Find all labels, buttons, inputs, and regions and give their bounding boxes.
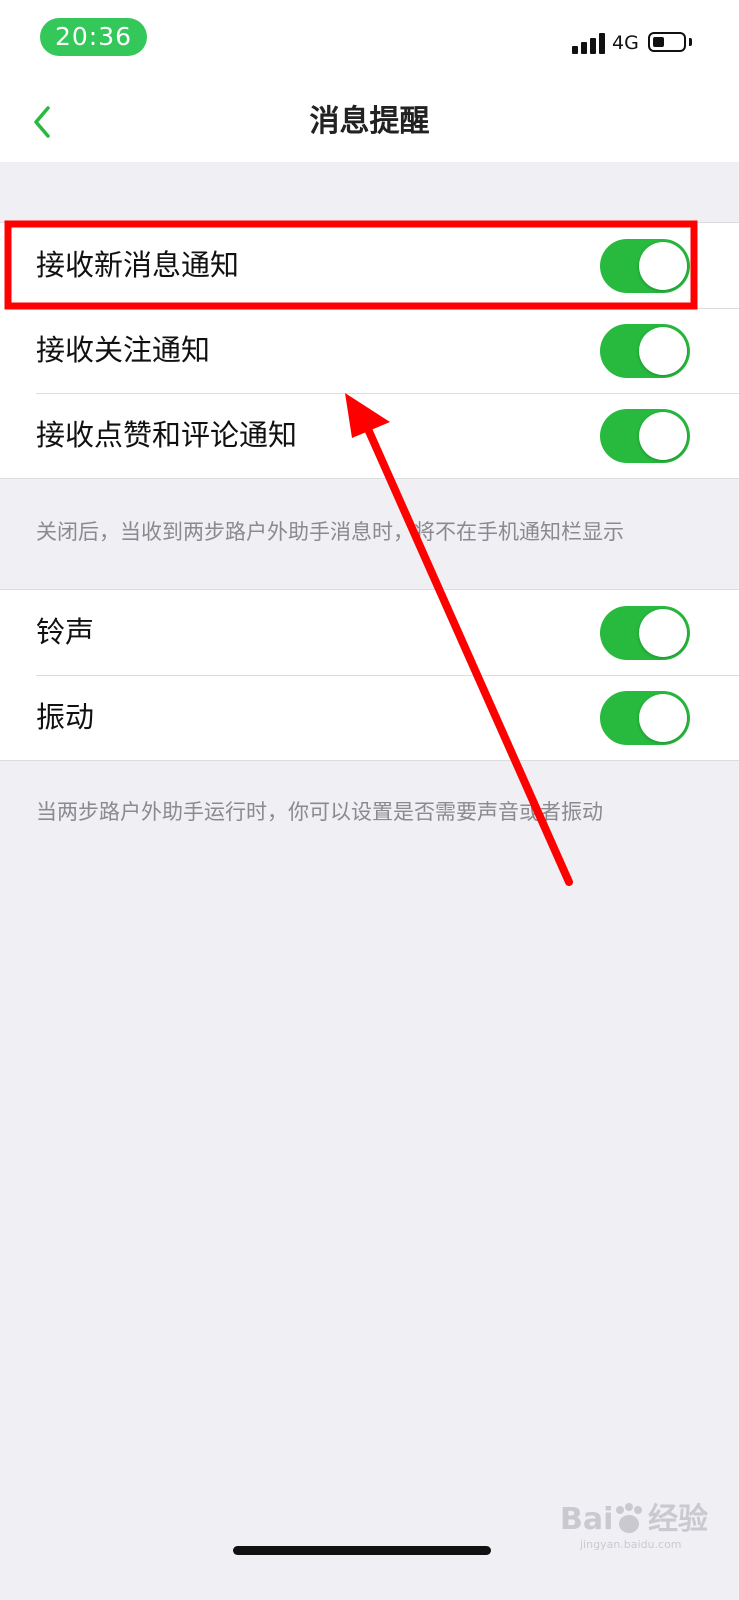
like-comment-toggle[interactable]: [600, 409, 690, 463]
setting-row-new-message: 接收新消息通知: [0, 223, 739, 308]
ringtone-toggle[interactable]: [600, 606, 690, 660]
battery-icon: [648, 32, 686, 52]
setting-row-follow: 接收关注通知: [0, 308, 739, 393]
battery-level: [653, 37, 664, 47]
sound-footnote: 当两步路户外助手运行时，你可以设置是否需要声音或者振动: [36, 800, 603, 824]
page-title: 消息提醒: [309, 104, 430, 139]
nav-bar: 消息提醒: [0, 82, 739, 162]
status-bar: 20:36 4G: [0, 0, 739, 82]
watermark-site: jingyan.baidu.com: [580, 1538, 682, 1551]
toggle-knob: [639, 694, 687, 742]
setting-row-like-comment: 接收点赞和评论通知: [0, 393, 739, 478]
follow-notification-toggle[interactable]: [600, 324, 690, 378]
toggle-knob: [639, 327, 687, 375]
setting-row-ringtone: 铃声: [0, 590, 739, 675]
notification-footnote: 关闭后，当收到两步路户外助手消息时，将不在手机通知栏显示: [36, 520, 624, 544]
home-indicator[interactable]: [233, 1546, 491, 1555]
network-type: 4G: [612, 32, 639, 54]
watermark: Bai 经验 jingyan.baidu.com: [560, 1500, 710, 1552]
setting-label: 铃声: [36, 615, 95, 649]
battery-tip: [689, 38, 692, 46]
status-time: 20:36: [40, 18, 147, 56]
paw-icon: [616, 1503, 642, 1533]
watermark-brand-suffix: 经验: [648, 1502, 708, 1537]
setting-label: 振动: [36, 700, 95, 734]
setting-label: 接收关注通知: [36, 333, 211, 367]
notification-settings-group: 接收新消息通知 接收关注通知 接收点赞和评论通知: [0, 222, 739, 479]
toggle-knob: [639, 412, 687, 460]
new-message-toggle[interactable]: [600, 239, 690, 293]
vibration-toggle[interactable]: [600, 691, 690, 745]
setting-label: 接收点赞和评论通知: [36, 418, 298, 452]
watermark-brand: Bai: [560, 1502, 614, 1537]
toggle-knob: [639, 609, 687, 657]
cellular-signal-icon: [572, 32, 606, 54]
sound-settings-group: 铃声 振动: [0, 589, 739, 761]
toggle-knob: [639, 242, 687, 290]
setting-row-vibration: 振动: [0, 675, 739, 760]
setting-label: 接收新消息通知: [36, 248, 240, 282]
